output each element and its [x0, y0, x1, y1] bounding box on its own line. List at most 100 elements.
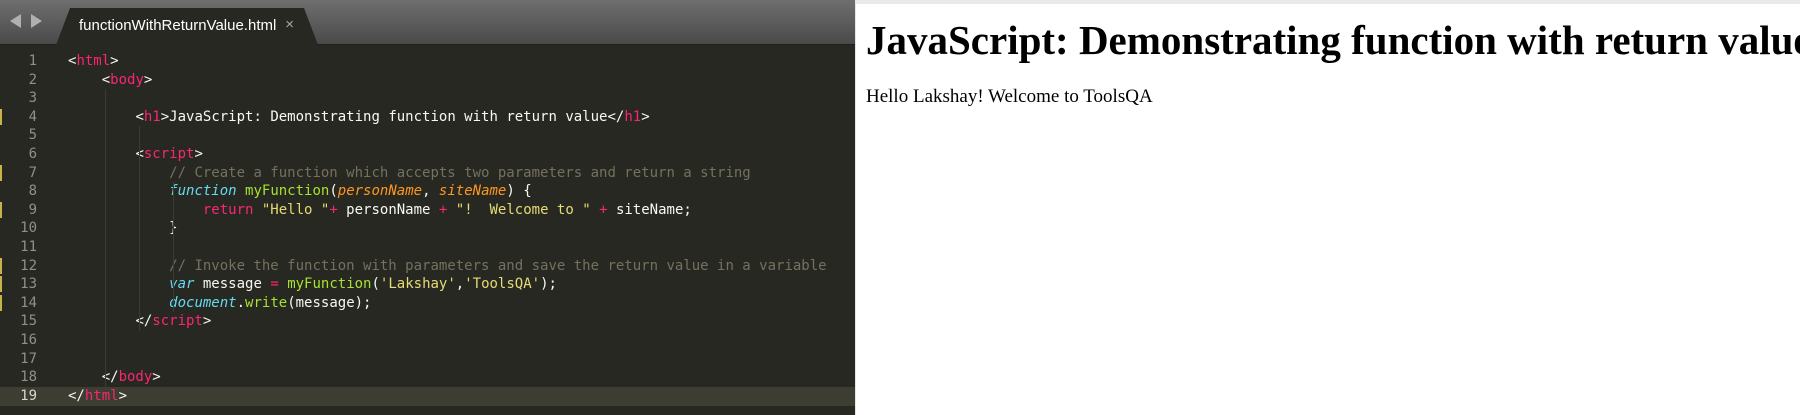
line-number: 11	[20, 239, 37, 255]
line-number: 3	[28, 90, 37, 107]
code-token: </	[135, 313, 153, 330]
code-token: =	[270, 276, 279, 293]
code-token: "Hello "	[261, 201, 330, 218]
code-token: >	[118, 387, 128, 404]
code-token: html	[76, 53, 111, 69]
code-token: siteName	[438, 183, 507, 200]
code-line: function myFunction(personName, siteName…	[68, 182, 532, 201]
code-token: <	[135, 108, 144, 125]
code-token: myFunction	[245, 183, 330, 200]
code-token: body	[118, 369, 153, 386]
code-token: <	[101, 71, 111, 88]
code-token: return	[202, 201, 254, 218]
code-token: script	[152, 313, 203, 330]
code-token: (	[371, 276, 380, 293]
code-line: <h1>JavaScript: Demonstrating function w…	[68, 108, 650, 127]
code-token: body	[110, 71, 144, 88]
tab-file[interactable]: functionWithReturnValue.html ×	[56, 8, 318, 45]
modified-line-marker	[0, 108, 2, 125]
code-token: ,	[422, 183, 439, 200]
code-token: script	[143, 146, 195, 162]
code-token: "! Welcome to "	[455, 201, 591, 218]
tab-label: functionWithReturnValue.html	[79, 17, 277, 34]
code-token: personName	[337, 183, 423, 200]
code-token: +	[329, 201, 338, 218]
close-icon[interactable]: ×	[285, 16, 294, 33]
code-token: ,	[455, 276, 465, 293]
line-number: 17	[20, 350, 37, 367]
line-number: 18	[20, 369, 37, 386]
line-number: 10	[20, 220, 37, 237]
line-number: 1	[28, 53, 37, 69]
modified-line-marker	[0, 201, 2, 218]
indent-guide	[173, 182, 174, 313]
line-number: 16	[20, 332, 37, 348]
indent-guide	[139, 126, 140, 331]
code-line: // Create a function which accepts two p…	[68, 164, 751, 183]
modified-line-marker	[0, 257, 2, 274]
line-number: 5	[28, 127, 37, 144]
code-token: h1	[143, 108, 161, 125]
code-token: 'Lakshay'	[379, 276, 456, 293]
code-token: myFunction	[287, 276, 372, 293]
editor-tab-bar: functionWithReturnValue.html ×	[0, 0, 855, 45]
code-line: var message = myFunction('Lakshay','Tool…	[68, 275, 557, 294]
code-line: document.write(message);	[68, 294, 371, 313]
code-token: +	[599, 201, 608, 218]
code-token: .	[236, 294, 246, 311]
code-editor[interactable]: functionWithReturnValue.html × 123456789…	[0, 0, 855, 415]
line-number: 7	[28, 164, 37, 181]
line-number: 6	[28, 146, 37, 162]
tab-navigation	[10, 10, 42, 32]
code-line: <body>	[68, 71, 153, 90]
code-token: </	[68, 387, 85, 404]
code-area[interactable]: <html> <body> <h1>JavaScript: Demonstrat…	[68, 45, 855, 415]
code-line: <script>	[68, 145, 203, 164]
code-token: (	[329, 183, 338, 200]
line-number: 15	[20, 313, 37, 330]
line-number: 13	[20, 276, 37, 293]
code-token: 'ToolsQA'	[464, 276, 541, 293]
line-number: 2	[28, 71, 37, 88]
line-number: 12	[20, 257, 37, 274]
line-number: 4	[28, 108, 37, 125]
indent-guide	[105, 89, 106, 387]
modified-line-marker	[0, 164, 2, 181]
code-line: return "Hello "+ personName + "! Welcome…	[68, 201, 692, 220]
code-line: </body>	[68, 368, 161, 387]
code-token: >	[152, 369, 161, 386]
code-token: personName	[337, 201, 439, 218]
code-token: >	[160, 108, 170, 125]
code-token: function	[169, 183, 237, 200]
line-number: 9	[28, 201, 37, 218]
code-token: ) {	[506, 183, 532, 200]
code-token: html	[84, 387, 119, 404]
code-token: >	[194, 146, 203, 162]
back-arrow-icon[interactable]	[10, 14, 22, 28]
code-token: siteName;	[607, 201, 692, 218]
code-token: >	[641, 108, 650, 125]
line-number: 14	[20, 294, 37, 311]
forward-arrow-icon[interactable]	[30, 14, 42, 28]
code-line: </html>	[68, 387, 127, 406]
code-token: write	[245, 294, 288, 311]
browser-viewport: JavaScript: Demonstrating function with …	[855, 0, 1800, 415]
code-token: JavaScript: Demonstrating function with …	[169, 108, 625, 125]
code-token: // Create a function which accepts two p…	[169, 164, 751, 181]
code-token: >	[110, 53, 119, 69]
modified-line-marker	[0, 276, 2, 293]
code-token: h1	[624, 108, 642, 125]
